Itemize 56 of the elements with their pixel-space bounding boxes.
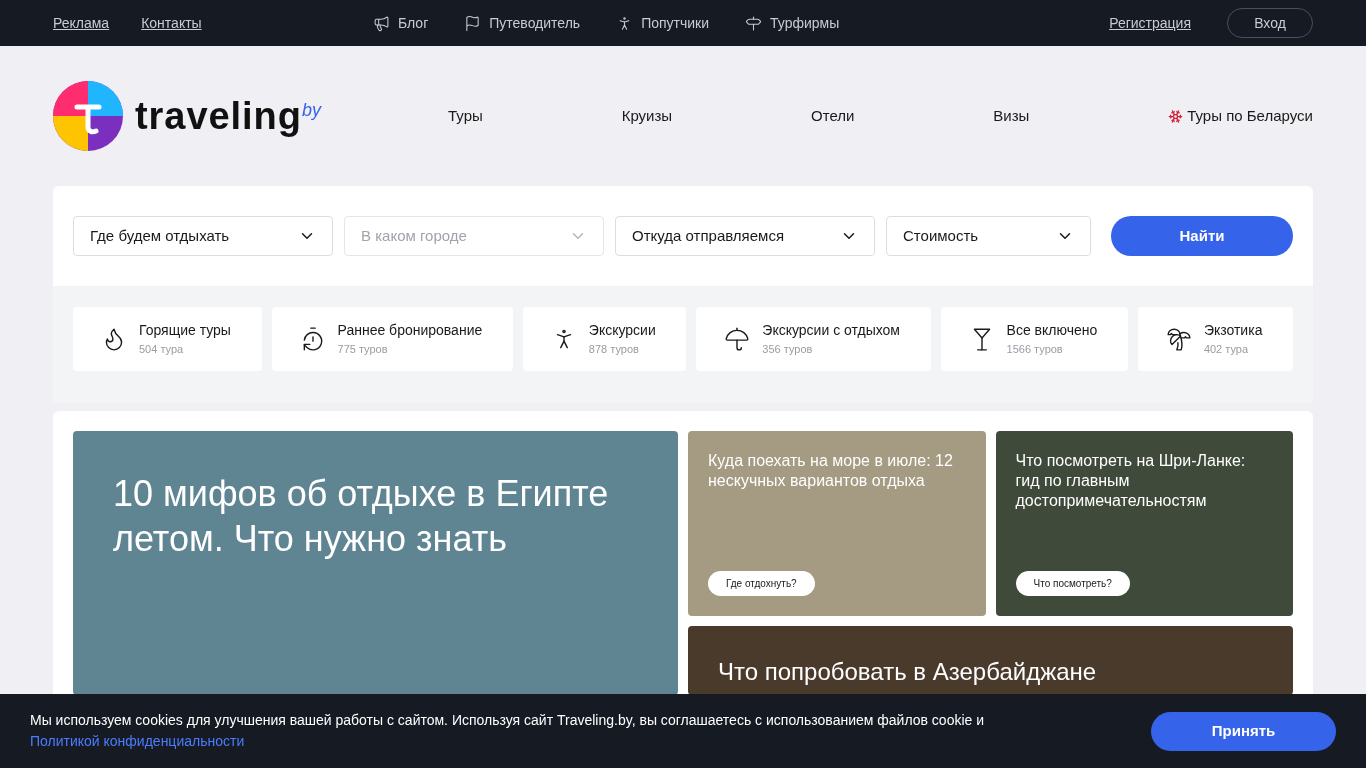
top-link[interactable]: Контакты	[141, 12, 202, 34]
category-title: Горящие туры	[139, 321, 231, 341]
article-title: Что посмотреть на Шри-Ланке: гид по главным достопримечательностям	[1015, 451, 1247, 511]
category-count: 504 тура	[139, 342, 185, 358]
main-nav-link[interactable]: Туры по Беларуси	[1168, 104, 1313, 128]
search-select[interactable]: Где будем отдыхать	[73, 216, 333, 256]
article-tag[interactable]: Что посмотреть?	[1015, 571, 1130, 596]
signpost-icon	[745, 14, 763, 32]
article-title: Что попробовать в Азербайджане	[718, 657, 1098, 687]
article-card[interactable]: 10 мифов об отдыхе в Египте летом. Что нужно знать	[73, 431, 678, 695]
category-card[interactable]: Горящие туры 504 тура	[73, 307, 262, 371]
top-nav-link[interactable]: Турфирмы	[745, 12, 840, 34]
flag-icon	[464, 14, 482, 32]
category-card[interactable]: Все включено 1566 туров	[940, 307, 1128, 371]
logo-icon	[53, 81, 123, 151]
article-title: Куда поехать на море в июле: 12 нескучных вариантов отдыха	[708, 451, 954, 491]
category-card[interactable]: Экскурсии с отдыхом 356 туров	[696, 307, 931, 371]
main-nav-link[interactable]: Отели	[811, 104, 855, 128]
category-card[interactable]: Экскурсии 878 туров	[522, 307, 687, 371]
main-nav-link[interactable]: Круизы	[621, 104, 673, 128]
category-count: 356 туров	[762, 342, 814, 358]
category-count: 878 туров	[588, 342, 640, 358]
main-nav-link[interactable]: Туры	[448, 104, 483, 128]
category-title: Экскурсии	[588, 321, 656, 341]
category-card[interactable]: Экзотика 402 тура	[1137, 307, 1294, 371]
category-title: Все включено	[1006, 321, 1098, 341]
ornament-icon	[1168, 108, 1184, 124]
article-card[interactable]: Что попробовать в Азербайджане	[688, 626, 1293, 695]
category-count: 1566 туров	[1006, 342, 1064, 358]
article-card[interactable]: Что посмотреть на Шри-Ланке: гид по главным достопримечательностям Что посмотреть?	[995, 431, 1293, 616]
top-nav-link[interactable]: Блог	[373, 12, 429, 34]
category-card[interactable]: Раннее бронирование 775 туров	[271, 307, 513, 371]
category-title: Экзотика	[1203, 321, 1263, 341]
article-title: 10 мифов об отдыхе в Египте летом. Что нужно знать	[113, 472, 610, 561]
cookie-text: Мы используем cookies для улучшения вашей работы с сайтом. Используя сайт Traveling.by, вы соглашаетесь с использованием файлов cookie и Политикой конфиденциальности	[30, 711, 986, 751]
category-count: 775 туров	[337, 342, 389, 358]
search-button[interactable]: Найти	[1111, 216, 1293, 256]
category-title: Экскурсии с отдыхом	[762, 321, 900, 341]
logo-text: traveling	[135, 93, 302, 139]
article-tag[interactable]: Где отдохнуть?	[708, 571, 815, 596]
top-nav-link[interactable]: Попутчики	[616, 12, 710, 34]
main-nav-link[interactable]: Визы	[993, 104, 1030, 128]
megaphone-icon	[373, 14, 390, 32]
article-card[interactable]: Куда поехать на море в июле: 12 нескучных вариантов отдыха Где отдохнуть?	[688, 431, 986, 616]
category-count: 402 тура	[1203, 342, 1250, 358]
accept-button[interactable]: Принять	[1151, 711, 1336, 751]
category-title: Раннее бронирование	[337, 321, 483, 341]
top-link[interactable]: Реклама	[53, 12, 110, 34]
logo-suffix: by	[301, 99, 321, 122]
palm-tree-icon	[1165, 326, 1192, 352]
top-nav-link[interactable]: Путеводитель	[464, 12, 581, 34]
search-select[interactable]: Стоимость	[886, 216, 1091, 256]
search-select[interactable]: Откуда отправляемся	[615, 216, 875, 256]
register-link[interactable]: Регистрация	[1109, 12, 1191, 34]
umbrella-icon	[724, 326, 751, 352]
privacy-link[interactable]: Политикой конфиденциальности	[30, 733, 245, 749]
